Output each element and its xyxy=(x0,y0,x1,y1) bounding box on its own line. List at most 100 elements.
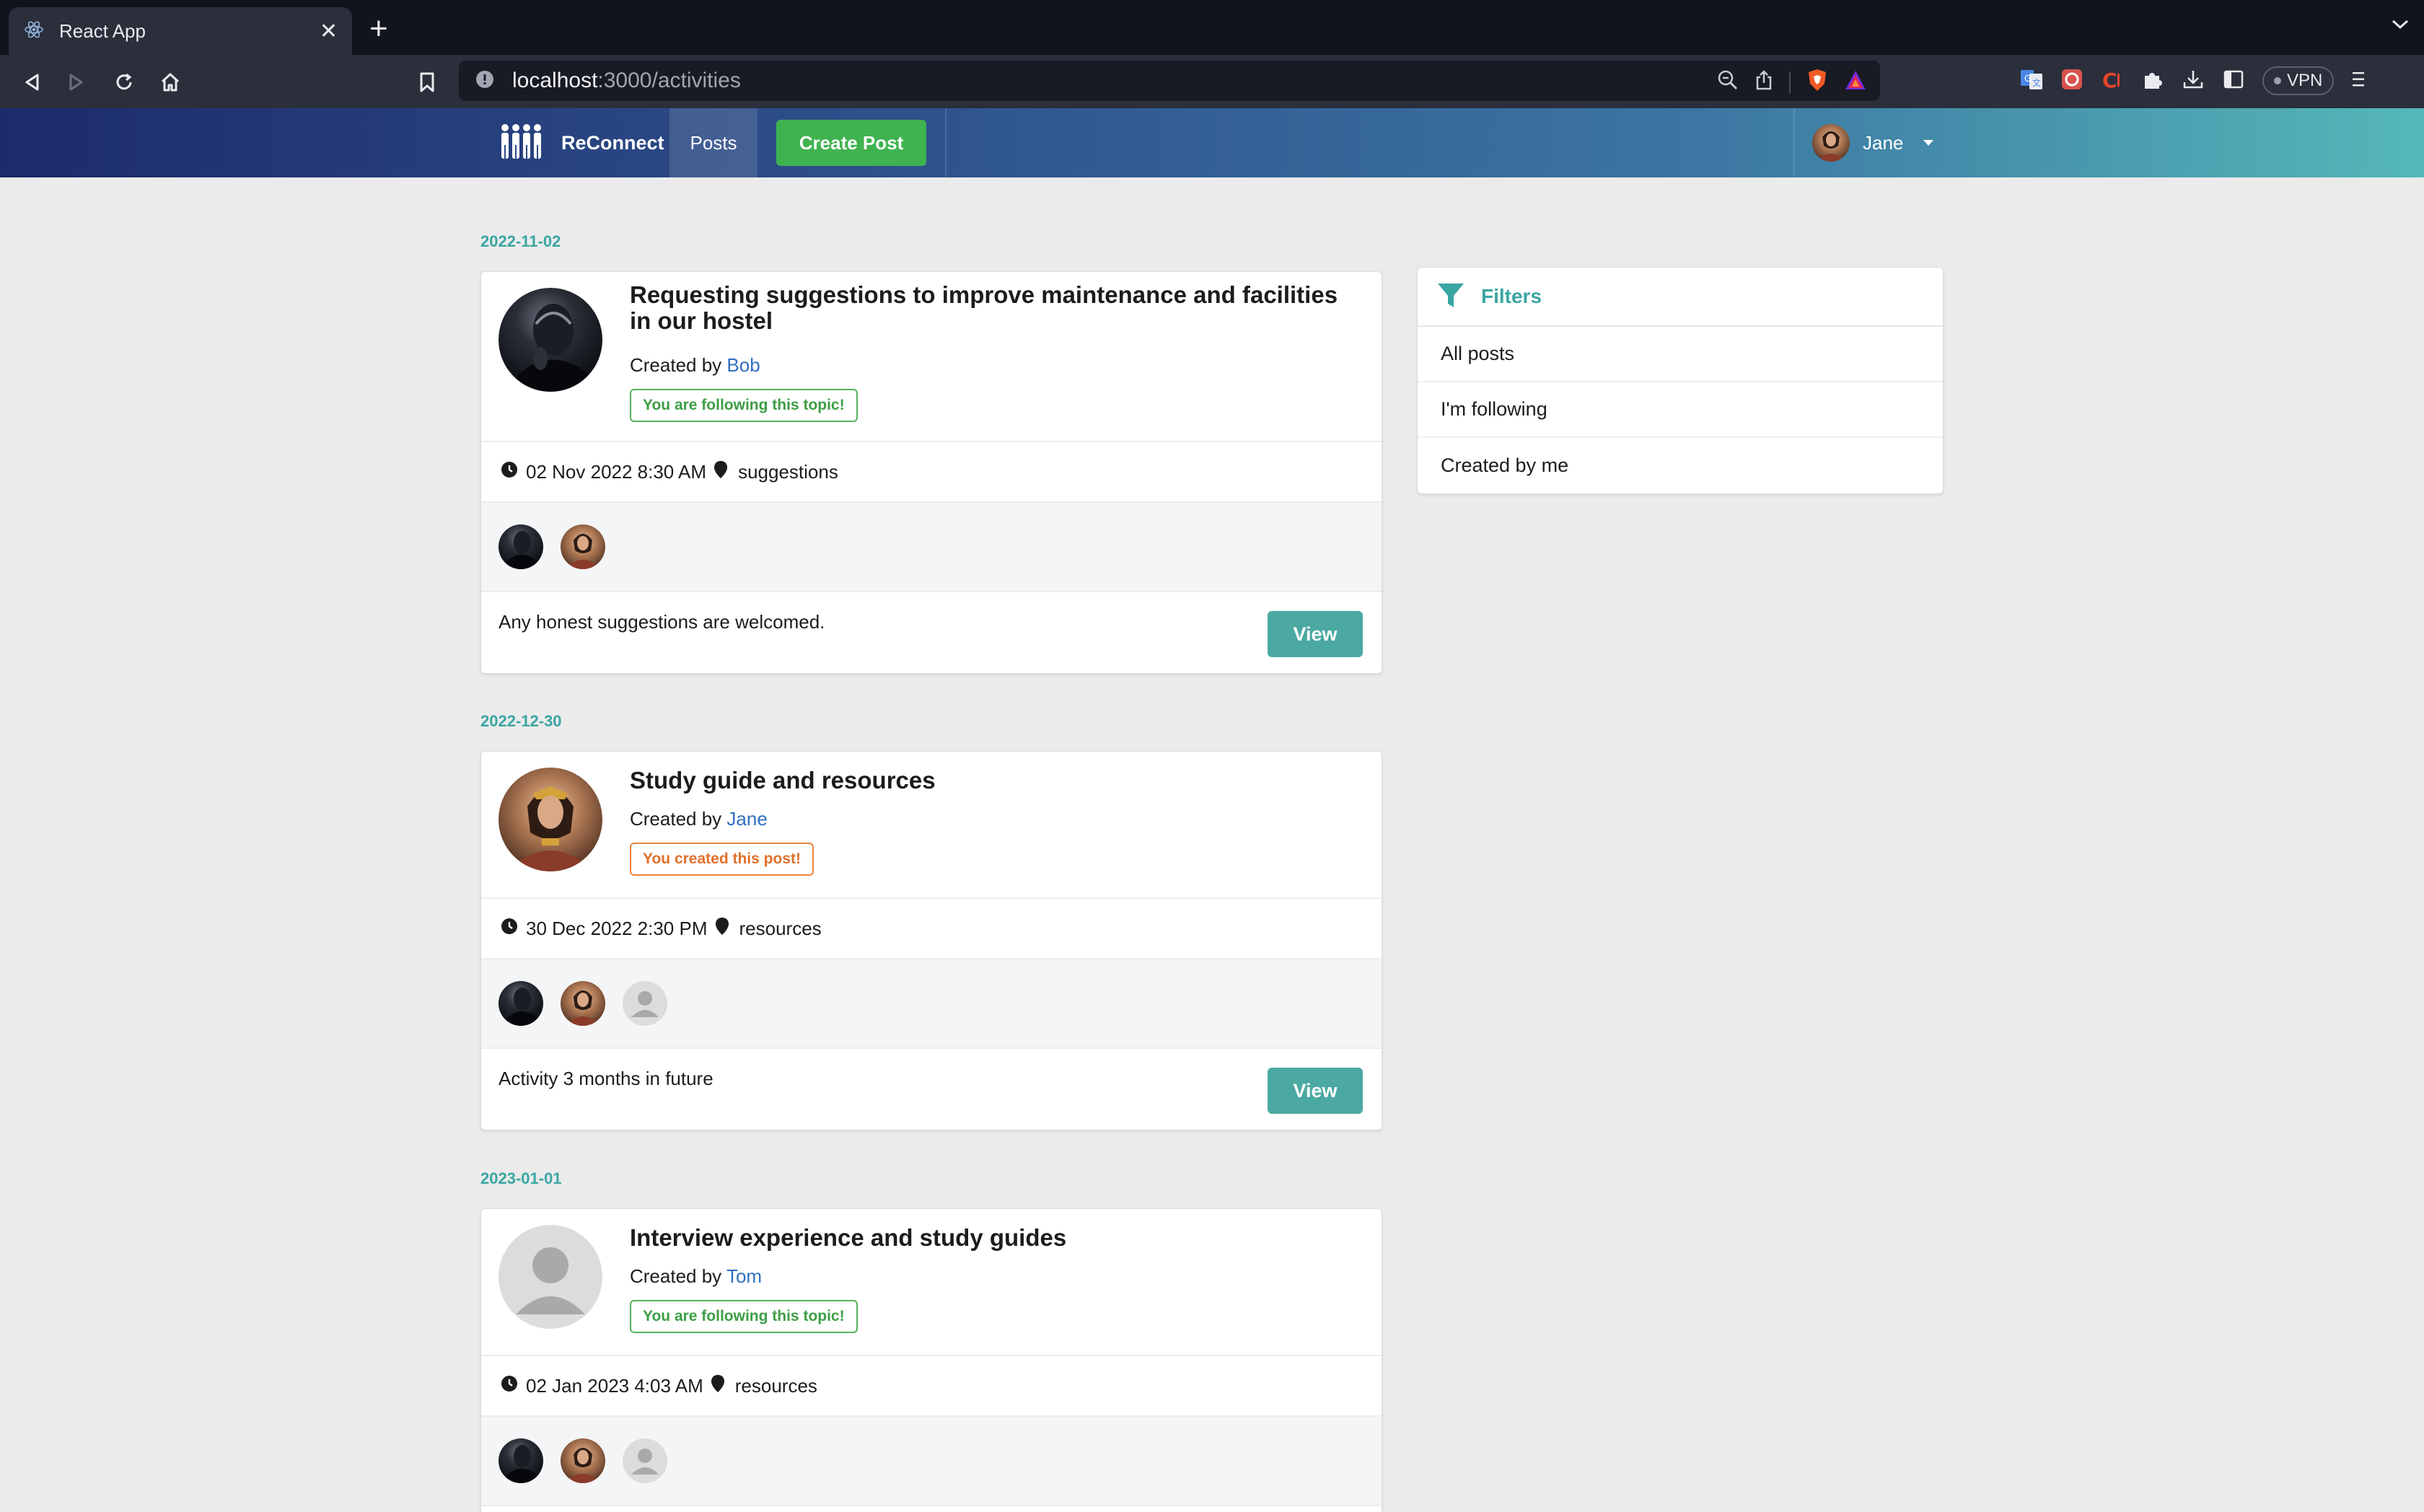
vpn-status-icon xyxy=(2274,77,2281,84)
post-card: Study guide and resources Created by Jan… xyxy=(480,751,1382,1130)
attendee-avatar[interactable] xyxy=(623,981,667,1026)
clock-icon xyxy=(500,1374,519,1398)
clock-icon xyxy=(500,917,519,941)
forward-icon[interactable] xyxy=(62,68,91,97)
attendee-avatar[interactable] xyxy=(499,524,543,569)
filters-header: Filters xyxy=(1418,268,1943,327)
user-menu[interactable]: Jane xyxy=(1812,108,1934,177)
post-card-header: Interview experience and study guides Cr… xyxy=(481,1209,1382,1356)
brave-rewards-icon[interactable] xyxy=(1844,69,1867,94)
new-tab-icon[interactable]: + xyxy=(369,13,388,45)
nav-divider xyxy=(756,108,758,177)
following-badge: You are following this topic! xyxy=(630,1300,858,1333)
author-avatar xyxy=(499,288,602,392)
author-link[interactable]: Tom xyxy=(726,1265,762,1287)
attendee-avatar[interactable] xyxy=(561,524,605,569)
attendee-avatar[interactable] xyxy=(499,1438,543,1483)
filter-following[interactable]: I'm following xyxy=(1418,382,1943,438)
map-marker-icon xyxy=(711,1374,725,1398)
attendee-avatar[interactable] xyxy=(561,981,605,1026)
post-card: Interview experience and study guides Cr… xyxy=(480,1208,1382,1512)
close-tab-icon[interactable]: ✕ xyxy=(320,19,338,44)
post-meta: 30 Dec 2022 2:30 PM resources xyxy=(481,899,1382,959)
created-by: Created by Tom xyxy=(630,1265,762,1288)
sidebar-toggle-icon[interactable] xyxy=(2222,68,2245,94)
vpn-button[interactable]: VPN xyxy=(2262,66,2335,95)
attendee-avatar[interactable] xyxy=(623,1438,667,1483)
back-icon[interactable] xyxy=(17,68,46,97)
attendees-list xyxy=(481,959,1382,1049)
post-description: Activity 3 months in future xyxy=(499,1068,713,1089)
post-footer: Any honest suggestions are welcomed. Vie… xyxy=(481,592,1382,673)
attendee-avatar[interactable] xyxy=(561,1438,605,1483)
attendees-list xyxy=(481,503,1382,592)
menu-icon[interactable] xyxy=(2351,68,2366,94)
created-by-prefix: Created by xyxy=(630,808,722,830)
following-badge: You are following this topic! xyxy=(630,389,858,422)
download-icon[interactable] xyxy=(2182,68,2205,94)
post-category: resources xyxy=(734,1374,817,1397)
attendee-avatar[interactable] xyxy=(499,981,543,1026)
tab-title: React App xyxy=(59,19,146,42)
tab-list-chevron-icon[interactable] xyxy=(2391,19,2410,34)
address-bar[interactable]: localhost:3000/activities xyxy=(459,61,1880,101)
filter-all-posts[interactable]: All posts xyxy=(1418,327,1943,382)
filter-icon xyxy=(1436,281,1465,313)
post-category: suggestions xyxy=(738,460,838,483)
svg-text:文: 文 xyxy=(2032,77,2041,88)
home-icon[interactable] xyxy=(156,68,185,97)
author-link[interactable]: Bob xyxy=(726,354,760,376)
clock-icon xyxy=(500,460,519,484)
share-icon[interactable] xyxy=(1755,69,1773,94)
post-category: resources xyxy=(739,917,822,939)
post-card-header: Study guide and resources Created by Jan… xyxy=(481,752,1382,899)
avatar xyxy=(1812,124,1850,162)
author-avatar xyxy=(499,1225,602,1329)
browser-tab[interactable]: React App ✕ xyxy=(9,7,352,55)
post-title[interactable]: Requesting suggestions to improve mainte… xyxy=(630,282,1358,334)
url-divider xyxy=(1789,71,1791,93)
author-avatar xyxy=(499,768,602,871)
author-link[interactable]: Jane xyxy=(726,808,767,830)
app-header: ReConnect Posts Create Post Jane xyxy=(0,108,2424,177)
colorzilla-extension-icon[interactable]: C xyxy=(2101,68,2124,94)
map-marker-icon xyxy=(713,460,728,484)
brave-shields-icon[interactable] xyxy=(1806,68,1828,96)
nav-divider xyxy=(1793,108,1795,177)
reload-icon[interactable] xyxy=(110,68,139,97)
date-group-label: 2022-11-02 xyxy=(480,232,561,250)
nav-divider xyxy=(945,108,947,177)
react-icon xyxy=(23,19,45,44)
date-group-label: 2022-12-30 xyxy=(480,712,562,730)
brand-link[interactable]: ReConnect xyxy=(499,108,664,177)
site-info-icon[interactable] xyxy=(475,69,495,93)
filter-created-by-me[interactable]: Created by me xyxy=(1418,438,1943,493)
svg-text:C: C xyxy=(2102,69,2117,91)
created-by: Created by Jane xyxy=(630,808,768,830)
date-group-label: 2023-01-01 xyxy=(480,1169,562,1187)
view-button[interactable]: View xyxy=(1268,1068,1363,1114)
url-host: localhost xyxy=(512,69,598,92)
post-description: Any honest suggestions are welcomed. xyxy=(499,611,825,633)
post-meta: 02 Nov 2022 8:30 AM suggestions xyxy=(481,442,1382,503)
user-name: Jane xyxy=(1863,131,1904,154)
attendees-list xyxy=(481,1417,1382,1506)
post-footer: Activity 3 months in future View xyxy=(481,1049,1382,1130)
dropdown-caret-icon xyxy=(1923,140,1934,146)
post-title[interactable]: Study guide and resources xyxy=(630,768,1358,794)
create-post-button[interactable]: Create Post xyxy=(776,120,926,166)
bookmark-icon[interactable] xyxy=(413,68,442,97)
translate-extension-icon[interactable]: G文 xyxy=(2020,68,2043,94)
zoom-icon[interactable] xyxy=(1717,69,1739,94)
extensions-puzzle-icon[interactable] xyxy=(2141,68,2164,94)
post-datetime: 02 Jan 2023 4:03 AM xyxy=(526,1374,703,1397)
nav-posts[interactable]: Posts xyxy=(671,108,756,177)
created-by: Created by Bob xyxy=(630,354,760,377)
filters-panel: Filters All posts I'm following Created … xyxy=(1417,267,1944,494)
wappalyzer-extension-icon[interactable] xyxy=(2060,68,2083,94)
owner-badge: You created this post! xyxy=(630,843,814,876)
post-datetime: 02 Nov 2022 8:30 AM xyxy=(526,460,707,483)
post-title[interactable]: Interview experience and study guides xyxy=(630,1225,1358,1251)
post-meta: 02 Jan 2023 4:03 AM resources xyxy=(481,1356,1382,1417)
view-button[interactable]: View xyxy=(1268,611,1363,657)
